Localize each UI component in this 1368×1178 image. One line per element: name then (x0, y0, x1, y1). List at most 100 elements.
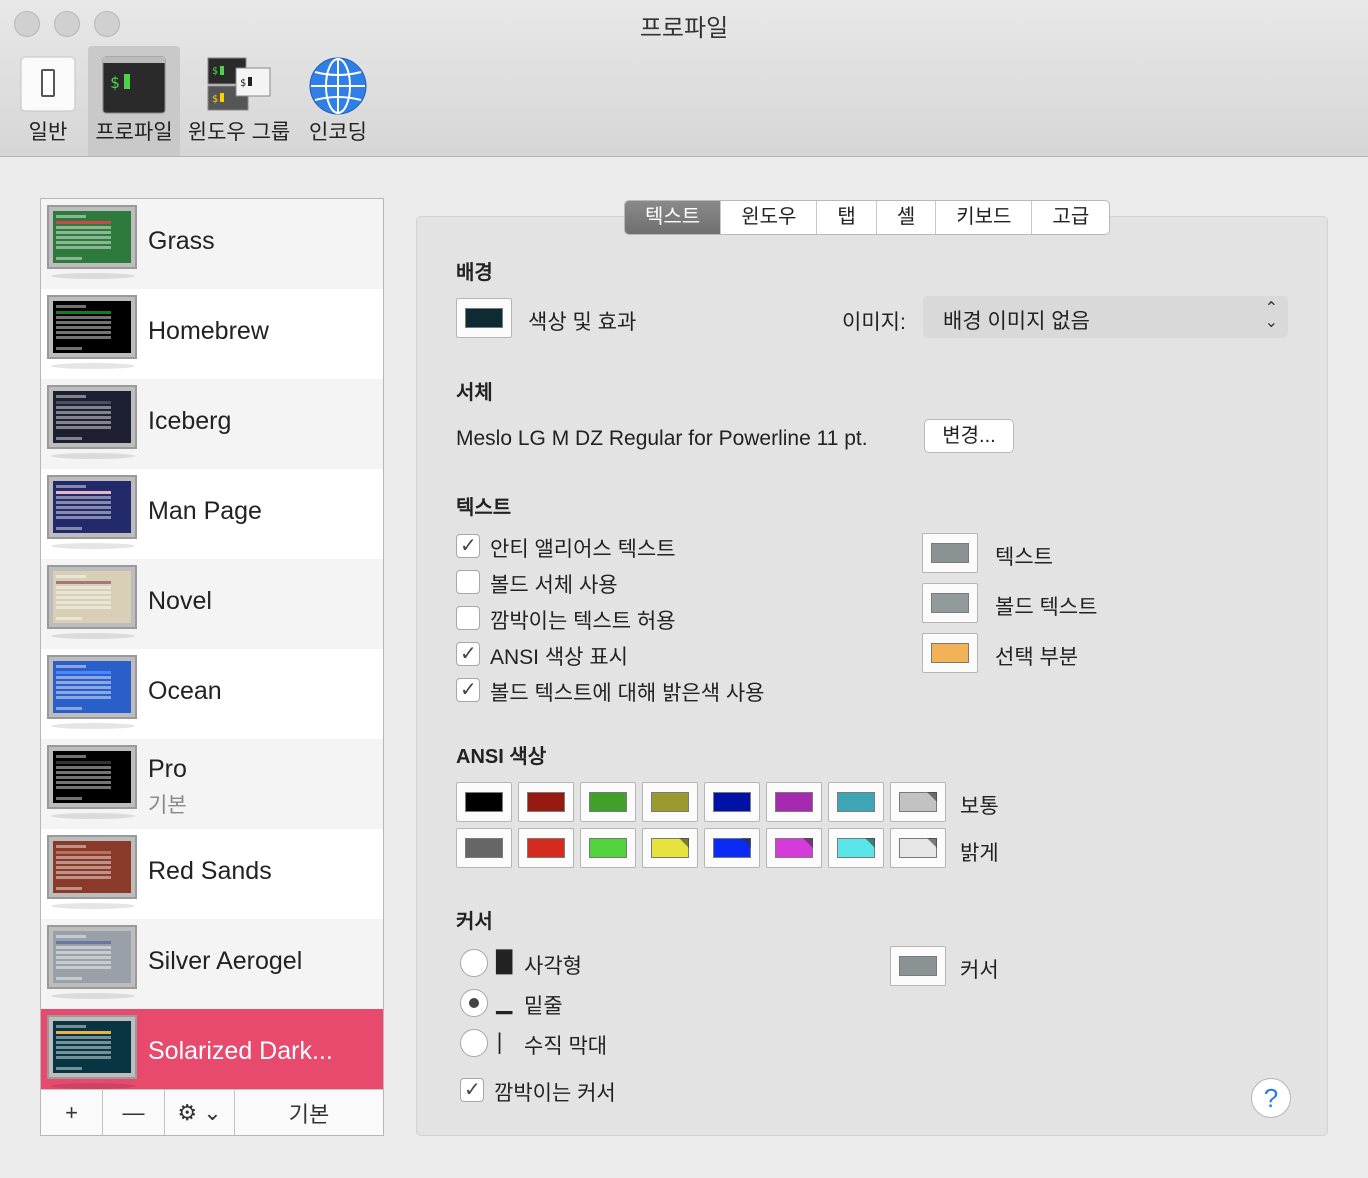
thumb-line (56, 755, 86, 758)
profile-name: Grass (148, 227, 215, 255)
cursor-color-well[interactable] (890, 946, 946, 986)
ansi-normal-color-well[interactable] (766, 782, 822, 822)
background-color-well[interactable] (456, 298, 512, 338)
profile-item[interactable]: Pro 기본 (41, 739, 383, 829)
set-default-button[interactable]: 기본 (235, 1090, 383, 1135)
toolbar-item-encodings[interactable]: 인코딩 (300, 46, 376, 156)
ansi-color-swatch (465, 792, 503, 812)
thumb-line (56, 506, 111, 509)
toolbar-label-profiles: 프로파일 (95, 121, 173, 144)
ansi-normal-color-well[interactable] (580, 782, 636, 822)
profile-item[interactable]: Solarized Dark... (41, 1009, 383, 1089)
window-title: 프로파일 (639, 15, 729, 42)
ansi-normal-color-well[interactable] (890, 782, 946, 822)
tab-text[interactable]: 텍스트 (625, 201, 722, 234)
tab-advanced[interactable]: 고급 (1032, 201, 1109, 234)
profile-item[interactable]: Ocean (41, 649, 383, 739)
text-option-checkbox[interactable] (456, 570, 480, 594)
text-color-label: 텍스트 (995, 546, 1053, 569)
profile-item[interactable]: Homebrew (41, 289, 383, 379)
help-button[interactable]: ? (1251, 1078, 1291, 1118)
profile-item[interactable]: Silver Aerogel (41, 919, 383, 1009)
profile-name: Iceberg (148, 407, 232, 435)
text-option-checkbox[interactable] (456, 641, 480, 666)
ansi-color-swatch (465, 838, 503, 858)
change-font-button[interactable]: 변경... (924, 419, 1014, 453)
thumb-line (56, 241, 111, 244)
thumb-shadow (51, 813, 135, 819)
text-option-checkbox[interactable] (456, 606, 480, 630)
ansi-normal-color-well[interactable] (456, 782, 512, 822)
profile-thumbnail (47, 565, 137, 629)
profile-default-label: 기본 (148, 794, 187, 817)
cursor-shape-radio[interactable] (460, 1029, 488, 1057)
thumb-line (56, 876, 111, 879)
ansi-bright-color-well[interactable] (642, 828, 698, 868)
ansi-normal-color-well[interactable] (518, 782, 574, 822)
thumb-line (56, 845, 86, 848)
thumb-line (56, 321, 111, 324)
ansi-bright-color-well[interactable] (766, 828, 822, 868)
cursor-shape-radio[interactable] (460, 949, 488, 977)
background-image-popup[interactable]: 배경 이미지 없음 ⌃ ⌄ (923, 296, 1288, 338)
text-color-well[interactable] (922, 583, 978, 623)
thumb-line (56, 581, 111, 584)
profile-item[interactable]: Iceberg (41, 379, 383, 469)
ansi-normal-color-well[interactable] (642, 782, 698, 822)
thumb-line (56, 395, 86, 398)
cursor-shape-radio[interactable] (460, 989, 488, 1017)
thumb-line (56, 691, 111, 694)
thumb-line (56, 866, 111, 869)
thumb-line (56, 491, 111, 494)
profile-thumbnail (47, 655, 137, 719)
profile-item[interactable]: Man Page (41, 469, 383, 559)
ansi-bright-color-well[interactable] (704, 828, 760, 868)
tab-shell[interactable]: 셸 (877, 201, 937, 234)
ansi-color-swatch (713, 792, 751, 812)
profile-thumbnail (47, 1015, 137, 1079)
terminal-icon: $ (102, 56, 166, 119)
ansi-color-swatch (899, 838, 937, 858)
svg-text:$: $ (212, 66, 218, 77)
svg-text:$: $ (110, 73, 120, 92)
thumb-line (56, 1025, 86, 1028)
thumb-line (56, 935, 86, 938)
ansi-bright-label: 밝게 (960, 842, 999, 865)
tab-window[interactable]: 윈도우 (721, 201, 818, 234)
text-color-label: 선택 부분 (995, 646, 1079, 669)
remove-profile-button[interactable]: — (103, 1090, 165, 1135)
profile-item[interactable]: Novel (41, 559, 383, 649)
ansi-color-swatch (651, 838, 689, 858)
thumb-line (56, 681, 111, 684)
gear-menu-button[interactable]: ⚙ ⌄ (165, 1090, 235, 1135)
text-option-checkbox[interactable] (456, 677, 480, 702)
text-color-well[interactable] (922, 633, 978, 673)
profile-item[interactable]: Grass (41, 199, 383, 289)
ansi-bright-color-well[interactable] (890, 828, 946, 868)
ansi-bright-color-well[interactable] (580, 828, 636, 868)
switch-icon (20, 56, 76, 117)
toolbar-item-window-groups[interactable]: $ $ $ 윈도우 그룹 (186, 46, 292, 156)
tab-tab[interactable]: 탭 (817, 201, 877, 234)
profile-name: Solarized Dark... (148, 1037, 333, 1065)
profile-sidebar: Grass Homebrew Iceberg Man Page Novel Ocean Pr… (40, 198, 384, 1136)
toolbar-item-general[interactable]: 일반 (8, 46, 88, 156)
text-color-swatch (931, 543, 969, 563)
ansi-bright-color-well[interactable] (828, 828, 884, 868)
svg-text:$: $ (240, 78, 246, 89)
ansi-normal-color-well[interactable] (704, 782, 760, 822)
tab-keyboard[interactable]: 키보드 (936, 201, 1033, 234)
text-option-checkbox[interactable] (456, 533, 480, 558)
ansi-bright-color-well[interactable] (518, 828, 574, 868)
blink-cursor-checkbox[interactable] (460, 1077, 484, 1102)
profile-list: Grass Homebrew Iceberg Man Page Novel Ocean Pr… (41, 199, 383, 1089)
add-profile-button[interactable]: + (41, 1090, 103, 1135)
text-color-well[interactable] (922, 533, 978, 573)
profile-item[interactable]: Red Sands (41, 829, 383, 919)
thumb-line (56, 316, 111, 319)
toolbar-item-profiles[interactable]: $ 프로파일 (88, 46, 180, 156)
ansi-bright-color-well[interactable] (456, 828, 512, 868)
thumb-line (56, 485, 86, 488)
ansi-normal-color-well[interactable] (828, 782, 884, 822)
cursor-heading: 커서 (456, 911, 493, 933)
